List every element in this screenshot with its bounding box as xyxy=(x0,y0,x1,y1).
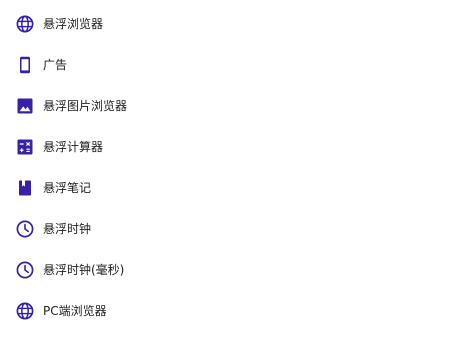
globe-icon xyxy=(15,14,35,34)
menu-item-label: 悬浮时钟 xyxy=(43,221,92,236)
notebook-icon xyxy=(15,178,35,198)
menu-item-floating-clock-ms[interactable]: 悬浮时钟(毫秒) xyxy=(0,249,467,290)
menu-item-label: 悬浮浏览器 xyxy=(43,16,104,31)
menu-item-label: 悬浮笔记 xyxy=(43,180,92,195)
phone-icon xyxy=(15,55,35,75)
menu-item-pc-browser[interactable]: PC端浏览器 xyxy=(0,290,467,331)
menu-item-floating-calculator[interactable]: 悬浮计算器 xyxy=(0,126,467,167)
clock-icon xyxy=(15,260,35,280)
menu-item-label: 广告 xyxy=(43,57,68,72)
tool-menu-list: 悬浮浏览器 广告 悬浮图片浏览器 悬浮计算器 悬浮笔记 悬浮时钟 悬浮时钟(毫秒… xyxy=(0,0,467,337)
menu-item-label: 悬浮计算器 xyxy=(43,139,104,154)
calculator-icon xyxy=(15,137,35,157)
menu-item-label: PC端浏览器 xyxy=(43,303,107,318)
menu-item-floating-image-browser[interactable]: 悬浮图片浏览器 xyxy=(0,85,467,126)
globe-icon xyxy=(15,301,35,321)
menu-item-ads[interactable]: 广告 xyxy=(0,44,467,85)
menu-item-label: 悬浮图片浏览器 xyxy=(43,98,128,113)
clock-icon xyxy=(15,219,35,239)
menu-item-label: 悬浮时钟(毫秒) xyxy=(43,262,125,277)
image-icon xyxy=(15,96,35,116)
menu-item-floating-notes[interactable]: 悬浮笔记 xyxy=(0,167,467,208)
menu-item-floating-clock[interactable]: 悬浮时钟 xyxy=(0,208,467,249)
menu-item-floating-browser[interactable]: 悬浮浏览器 xyxy=(0,3,467,44)
